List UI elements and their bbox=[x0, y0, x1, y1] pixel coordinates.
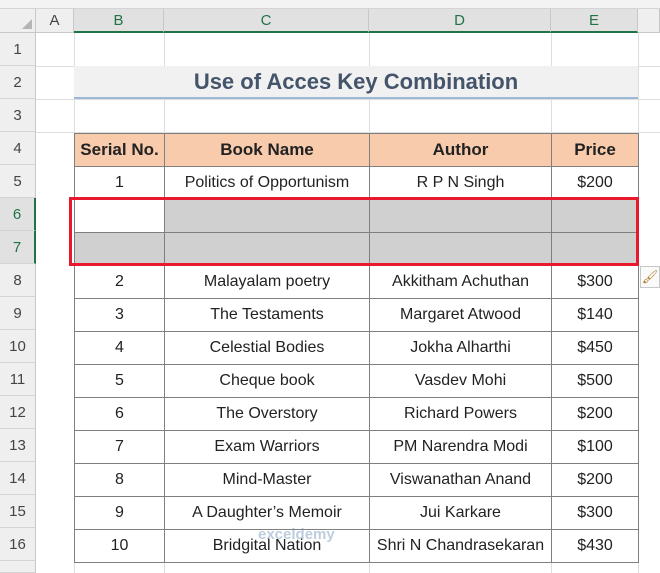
table-row: 2 Malayalam poetry Akkitham Achuthan $30… bbox=[74, 265, 639, 299]
column-header-f[interactable] bbox=[638, 9, 660, 33]
table-row: 9 A Daughter’s Memoir Jui Karkare $300 bbox=[74, 496, 639, 530]
cell-serial[interactable]: 2 bbox=[74, 265, 165, 299]
selected-cell[interactable] bbox=[164, 199, 370, 233]
table-row: 1 Politics of Opportunism R P N Singh $2… bbox=[74, 166, 639, 200]
gridline bbox=[36, 99, 660, 100]
cell-serial[interactable]: 10 bbox=[74, 529, 165, 563]
cell-price[interactable]: $500 bbox=[551, 364, 639, 398]
column-header-b[interactable]: B bbox=[74, 9, 164, 33]
cell-author[interactable]: PM Narendra Modi bbox=[369, 430, 552, 464]
cell-price[interactable]: $300 bbox=[551, 265, 639, 299]
row-header-4[interactable]: 4 bbox=[0, 132, 36, 165]
cell-author[interactable]: Margaret Atwood bbox=[369, 298, 552, 332]
table-row: 7 Exam Warriors PM Narendra Modi $100 bbox=[74, 430, 639, 464]
cell-author[interactable]: Shri N Chandrasekaran bbox=[369, 529, 552, 563]
table-row: 10 Bridgital Nation Shri N Chandrasekara… bbox=[74, 529, 639, 563]
header-book-name[interactable]: Book Name bbox=[164, 133, 370, 167]
cell-author[interactable]: Vasdev Mohi bbox=[369, 364, 552, 398]
row-header-5[interactable]: 5 bbox=[0, 165, 36, 198]
formula-bar-edge bbox=[0, 0, 660, 9]
paint-brush-icon[interactable]: 🖌 bbox=[640, 266, 660, 288]
cell-book[interactable]: Bridgital Nation bbox=[164, 529, 370, 563]
column-header-e[interactable]: E bbox=[551, 9, 638, 33]
table-row: 8 Mind-Master Viswanathan Anand $200 bbox=[74, 463, 639, 497]
cell-price[interactable]: $100 bbox=[551, 430, 639, 464]
selected-cell[interactable] bbox=[369, 232, 552, 266]
row-header-7[interactable]: 7 bbox=[0, 231, 36, 264]
books-table: Serial No. Book Name Author Price 1 Poli… bbox=[74, 133, 639, 563]
table-row: 3 The Testaments Margaret Atwood $140 bbox=[74, 298, 639, 332]
cell-book[interactable]: The Overstory bbox=[164, 397, 370, 431]
row-header-1[interactable]: 1 bbox=[0, 33, 36, 66]
row-header-6[interactable]: 6 bbox=[0, 198, 36, 231]
column-header-c[interactable]: C bbox=[164, 9, 369, 33]
selected-cell[interactable] bbox=[551, 199, 639, 233]
cell-price[interactable]: $450 bbox=[551, 331, 639, 365]
cell-author[interactable]: Richard Powers bbox=[369, 397, 552, 431]
cell-serial[interactable]: 3 bbox=[74, 298, 165, 332]
cell-author[interactable]: R P N Singh bbox=[369, 166, 552, 200]
cell-serial[interactable]: 4 bbox=[74, 331, 165, 365]
cell-serial[interactable]: 7 bbox=[74, 430, 165, 464]
row-header-9[interactable]: 9 bbox=[0, 297, 36, 330]
row-header-17[interactable] bbox=[0, 561, 36, 573]
row-header-8[interactable]: 8 bbox=[0, 264, 36, 297]
row-header-10[interactable]: 10 bbox=[0, 330, 36, 363]
spreadsheet: A B C D E 1 2 3 4 5 6 7 8 9 10 11 12 13 … bbox=[0, 0, 660, 573]
cell-serial[interactable]: 8 bbox=[74, 463, 165, 497]
cell-price[interactable]: $300 bbox=[551, 496, 639, 530]
cell-author[interactable]: Viswanathan Anand bbox=[369, 463, 552, 497]
cell-book[interactable]: Malayalam poetry bbox=[164, 265, 370, 299]
cell-price[interactable]: $140 bbox=[551, 298, 639, 332]
inserted-row bbox=[74, 199, 639, 233]
cell-price[interactable]: $200 bbox=[551, 397, 639, 431]
cell-serial[interactable]: 5 bbox=[74, 364, 165, 398]
row-header-12[interactable]: 12 bbox=[0, 396, 36, 429]
selected-cell[interactable] bbox=[369, 199, 552, 233]
row-header-13[interactable]: 13 bbox=[0, 429, 36, 462]
cell-book[interactable]: Cheque book bbox=[164, 364, 370, 398]
cell-book[interactable]: Exam Warriors bbox=[164, 430, 370, 464]
cell-price[interactable]: $430 bbox=[551, 529, 639, 563]
cell-price[interactable]: $200 bbox=[551, 463, 639, 497]
header-price[interactable]: Price bbox=[551, 133, 639, 167]
row-header-11[interactable]: 11 bbox=[0, 363, 36, 396]
cell-book[interactable]: The Testaments bbox=[164, 298, 370, 332]
cell-book[interactable]: Mind-Master bbox=[164, 463, 370, 497]
selected-cell[interactable] bbox=[164, 232, 370, 266]
cell-serial[interactable]: 6 bbox=[74, 397, 165, 431]
selected-cell[interactable] bbox=[551, 232, 639, 266]
table-row: 6 The Overstory Richard Powers $200 bbox=[74, 397, 639, 431]
column-header-a[interactable]: A bbox=[36, 9, 74, 33]
row-header-15[interactable]: 15 bbox=[0, 495, 36, 528]
row-header-3[interactable]: 3 bbox=[0, 99, 36, 132]
column-header-d[interactable]: D bbox=[369, 9, 551, 33]
cell-price[interactable]: $200 bbox=[551, 166, 639, 200]
cell-serial[interactable]: 1 bbox=[74, 166, 165, 200]
cell-author[interactable]: Akkitham Achuthan bbox=[369, 265, 552, 299]
row-header-14[interactable]: 14 bbox=[0, 462, 36, 495]
cell-serial[interactable]: 9 bbox=[74, 496, 165, 530]
cell-book[interactable]: Celestial Bodies bbox=[164, 331, 370, 365]
inserted-row bbox=[74, 232, 639, 266]
cell-author[interactable]: Jokha Alharthi bbox=[369, 331, 552, 365]
table-header-row: Serial No. Book Name Author Price bbox=[74, 133, 639, 167]
sheet-title[interactable]: Use of Acces Key Combination bbox=[74, 66, 638, 99]
active-cell[interactable] bbox=[74, 199, 165, 233]
header-author[interactable]: Author bbox=[369, 133, 552, 167]
table-row: 4 Celestial Bodies Jokha Alharthi $450 bbox=[74, 331, 639, 365]
header-serial[interactable]: Serial No. bbox=[74, 133, 165, 167]
cell-author[interactable]: Jui Karkare bbox=[369, 496, 552, 530]
select-all-button[interactable] bbox=[0, 9, 36, 33]
cell-book[interactable]: Politics of Opportunism bbox=[164, 166, 370, 200]
table-row: 5 Cheque book Vasdev Mohi $500 bbox=[74, 364, 639, 398]
selected-cell[interactable] bbox=[74, 232, 165, 266]
row-header-2[interactable]: 2 bbox=[0, 66, 36, 99]
cell-book[interactable]: A Daughter’s Memoir bbox=[164, 496, 370, 530]
row-header-16[interactable]: 16 bbox=[0, 528, 36, 561]
